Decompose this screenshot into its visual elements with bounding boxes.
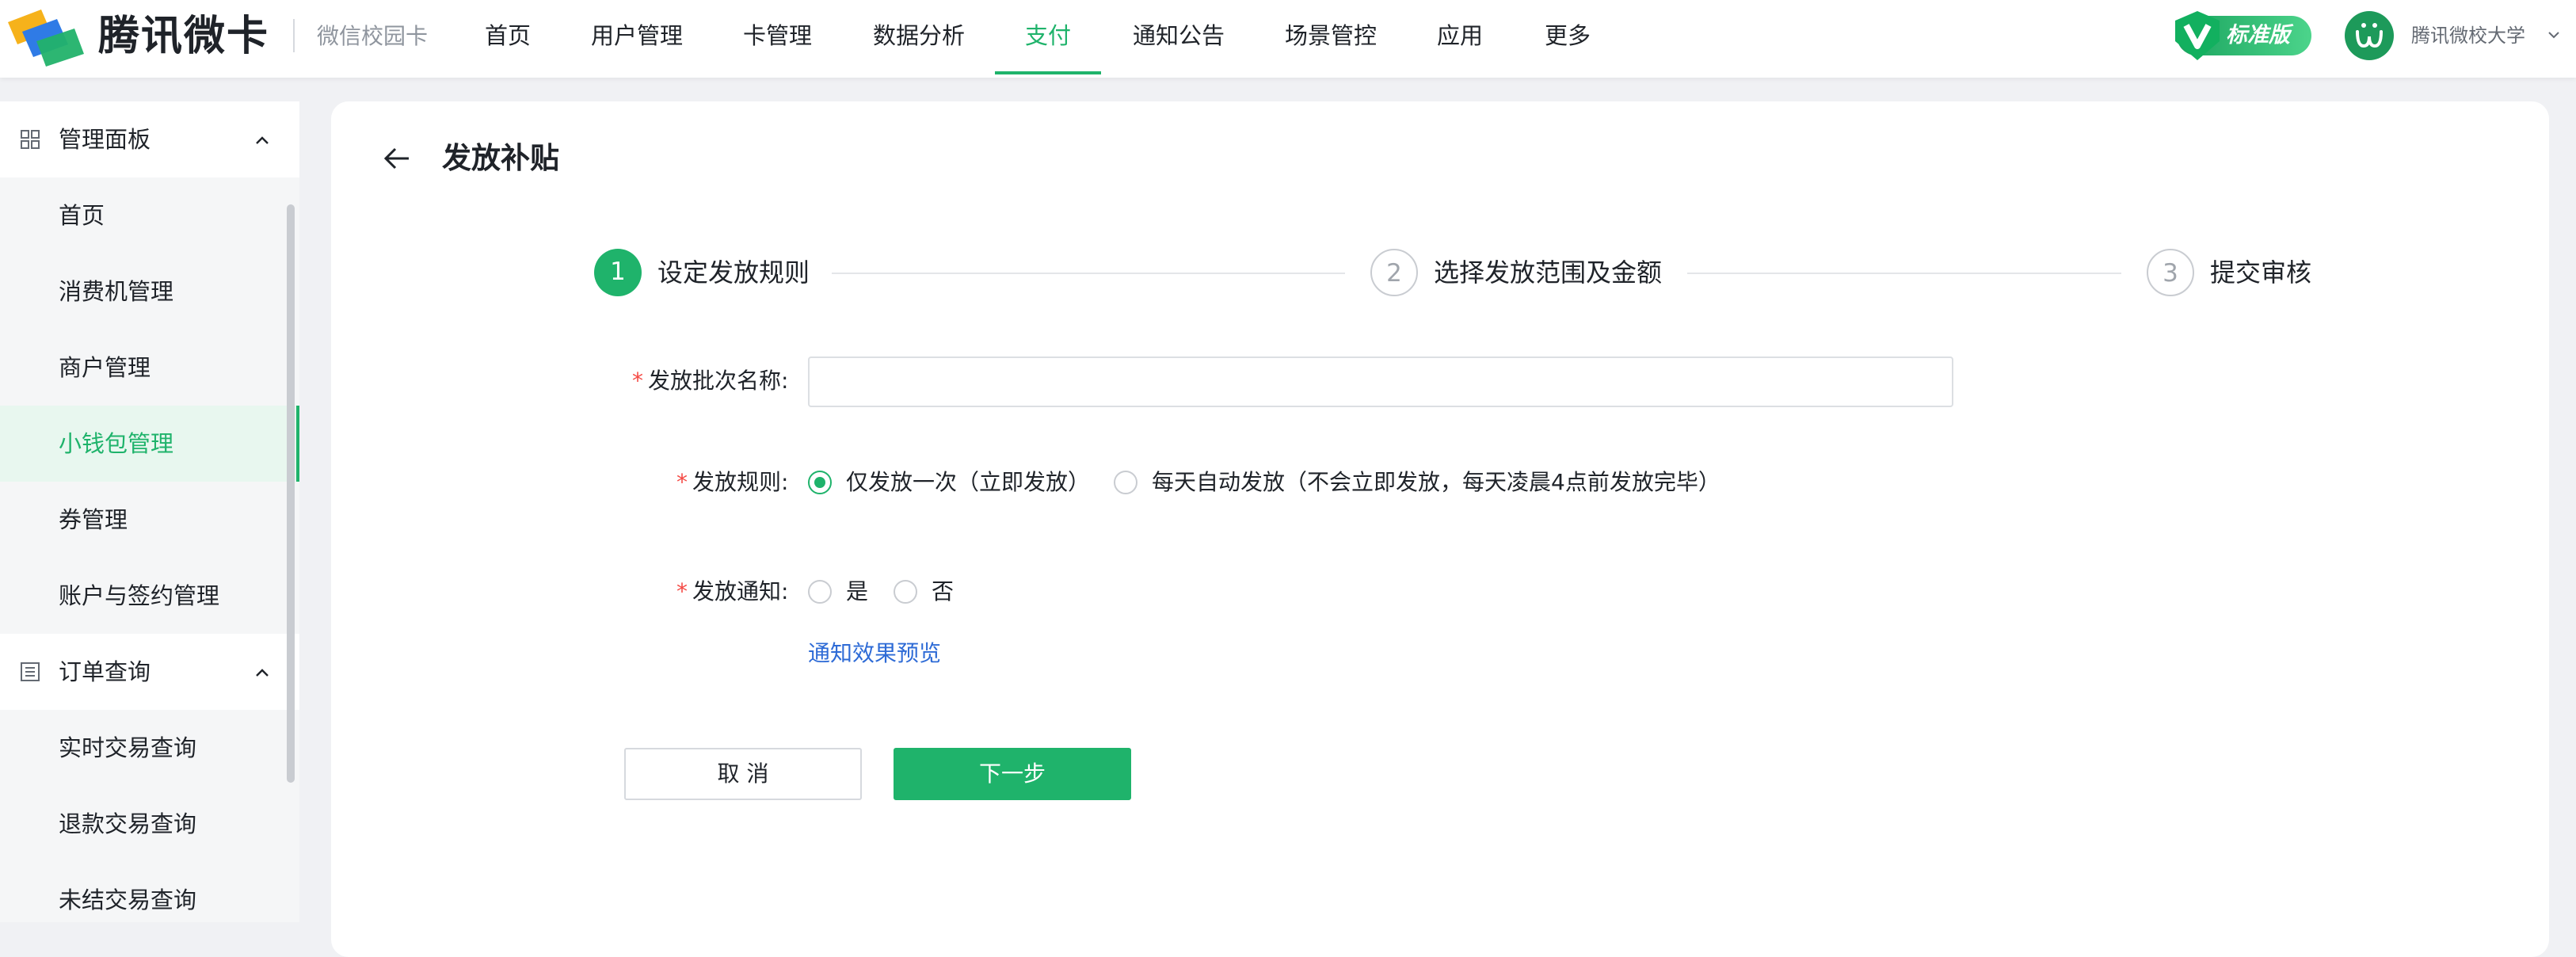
nav-item-payment[interactable]: 支付 bbox=[1025, 0, 1071, 78]
sidebar-item-coupons[interactable]: 券管理 bbox=[0, 482, 299, 558]
notification-preview-link[interactable]: 通知效果预览 bbox=[808, 634, 941, 673]
brand-divider bbox=[293, 19, 295, 52]
active-nav-underline bbox=[995, 71, 1101, 74]
sidebar-group-label: 管理面板 bbox=[59, 126, 151, 153]
tencent-weika-logo-icon[interactable] bbox=[5, 5, 84, 68]
rule-label: * 发放规则: bbox=[676, 469, 789, 495]
cancel-button[interactable]: 取 消 bbox=[624, 748, 862, 800]
chevron-up-icon[interactable] bbox=[253, 132, 271, 149]
sidebar-item-realtime-transactions[interactable]: 实时交易查询 bbox=[0, 710, 299, 786]
step-2-label: 选择发放范围及金额 bbox=[1434, 257, 1663, 288]
step-1-circle: 1 bbox=[594, 249, 642, 296]
sidebar-scrollbar[interactable] bbox=[287, 204, 295, 783]
chevron-up-icon[interactable] bbox=[253, 664, 271, 681]
batch-name-label: * 发放批次名称: bbox=[632, 368, 789, 394]
page-title: 发放补贴 bbox=[442, 141, 559, 175]
nav-item-users[interactable]: 用户管理 bbox=[591, 0, 683, 78]
list-icon bbox=[21, 662, 40, 681]
sidebar-item-mini-wallet[interactable]: 小钱包管理 bbox=[0, 406, 299, 482]
sidebar-item-merchants[interactable]: 商户管理 bbox=[0, 330, 299, 406]
nav-item-analytics[interactable]: 数据分析 bbox=[873, 0, 965, 78]
sidebar-item-unsettled-transactions[interactable]: 未结交易查询 bbox=[0, 862, 299, 922]
notify-yes-radio[interactable] bbox=[808, 580, 832, 604]
chevron-down-icon[interactable] bbox=[2546, 27, 2562, 43]
sidebar-group-dashboard[interactable]: 管理面板 bbox=[0, 101, 287, 177]
back-arrow-icon[interactable] bbox=[382, 143, 413, 174]
notify-yes-label[interactable]: 是 bbox=[846, 567, 868, 616]
school-logo-icon bbox=[2356, 23, 2383, 48]
edition-badge-label: 标准版 bbox=[2226, 23, 2290, 48]
edition-badge[interactable]: 标准版 bbox=[2175, 11, 2311, 60]
batch-name-input[interactable] bbox=[808, 356, 1953, 407]
required-asterisk: * bbox=[632, 368, 643, 394]
step-3-label: 提交审核 bbox=[2210, 257, 2312, 288]
nav-item-cards[interactable]: 卡管理 bbox=[743, 0, 812, 78]
nav-item-apps[interactable]: 应用 bbox=[1437, 0, 1483, 78]
school-avatar[interactable] bbox=[2345, 11, 2394, 60]
rule-daily-label[interactable]: 每天自动发放（不会立即发放，每天凌晨4点前发放完毕） bbox=[1152, 458, 1721, 507]
nav-item-more[interactable]: 更多 bbox=[1545, 0, 1591, 78]
rule-once-label[interactable]: 仅发放一次（立即发放） bbox=[846, 458, 1090, 507]
required-asterisk: * bbox=[676, 469, 688, 495]
notify-no-label[interactable]: 否 bbox=[932, 567, 954, 616]
step-1-label: 设定发放规则 bbox=[657, 257, 810, 288]
next-step-button[interactable]: 下一步 bbox=[894, 748, 1131, 800]
sidebar-group-label: 订单查询 bbox=[59, 658, 151, 685]
brand-name[interactable]: 腾讯微卡 bbox=[98, 5, 269, 68]
sidebar-item-refund-transactions[interactable]: 退款交易查询 bbox=[0, 786, 299, 862]
notify-label: * 发放通知: bbox=[676, 578, 789, 604]
nav-item-announcements[interactable]: 通知公告 bbox=[1133, 0, 1225, 78]
school-name[interactable]: 腾讯微校大学 bbox=[2411, 11, 2525, 60]
rule-once-radio[interactable] bbox=[808, 471, 832, 494]
step-connector-line bbox=[1687, 273, 2121, 274]
grid-icon bbox=[21, 130, 40, 149]
main-content-card: 发放补贴 1 设定发放规则 2 选择发放范围及金额 3 提交审核 * 发放批次名称… bbox=[331, 101, 2549, 957]
sidebar-item-home[interactable]: 首页 bbox=[0, 177, 299, 254]
v-shield-icon bbox=[2175, 11, 2220, 60]
rule-daily-radio[interactable] bbox=[1114, 471, 1137, 494]
sub-brand-name: 微信校园卡 bbox=[317, 23, 429, 49]
sidebar: 管理面板 首页 消费机管理 商户管理 小钱包管理 券管理 账户与签约管理 订单查… bbox=[0, 101, 299, 922]
step-3-circle: 3 bbox=[2147, 249, 2194, 296]
required-asterisk: * bbox=[676, 578, 688, 604]
sidebar-group-orders[interactable]: 订单查询 bbox=[0, 634, 287, 710]
step-connector-line bbox=[832, 273, 1345, 274]
sidebar-item-accounts-contracts[interactable]: 账户与签约管理 bbox=[0, 558, 299, 634]
nav-item-home[interactable]: 首页 bbox=[485, 0, 531, 78]
step-2-circle: 2 bbox=[1370, 249, 1418, 296]
nav-item-scene-control[interactable]: 场景管控 bbox=[1285, 0, 1377, 78]
top-navigation-bar: 腾讯微卡 微信校园卡 首页 用户管理 卡管理 数据分析 支付 通知公告 场景管控… bbox=[0, 0, 2576, 78]
sidebar-item-pos-devices[interactable]: 消费机管理 bbox=[0, 254, 299, 330]
notify-no-radio[interactable] bbox=[894, 580, 917, 604]
